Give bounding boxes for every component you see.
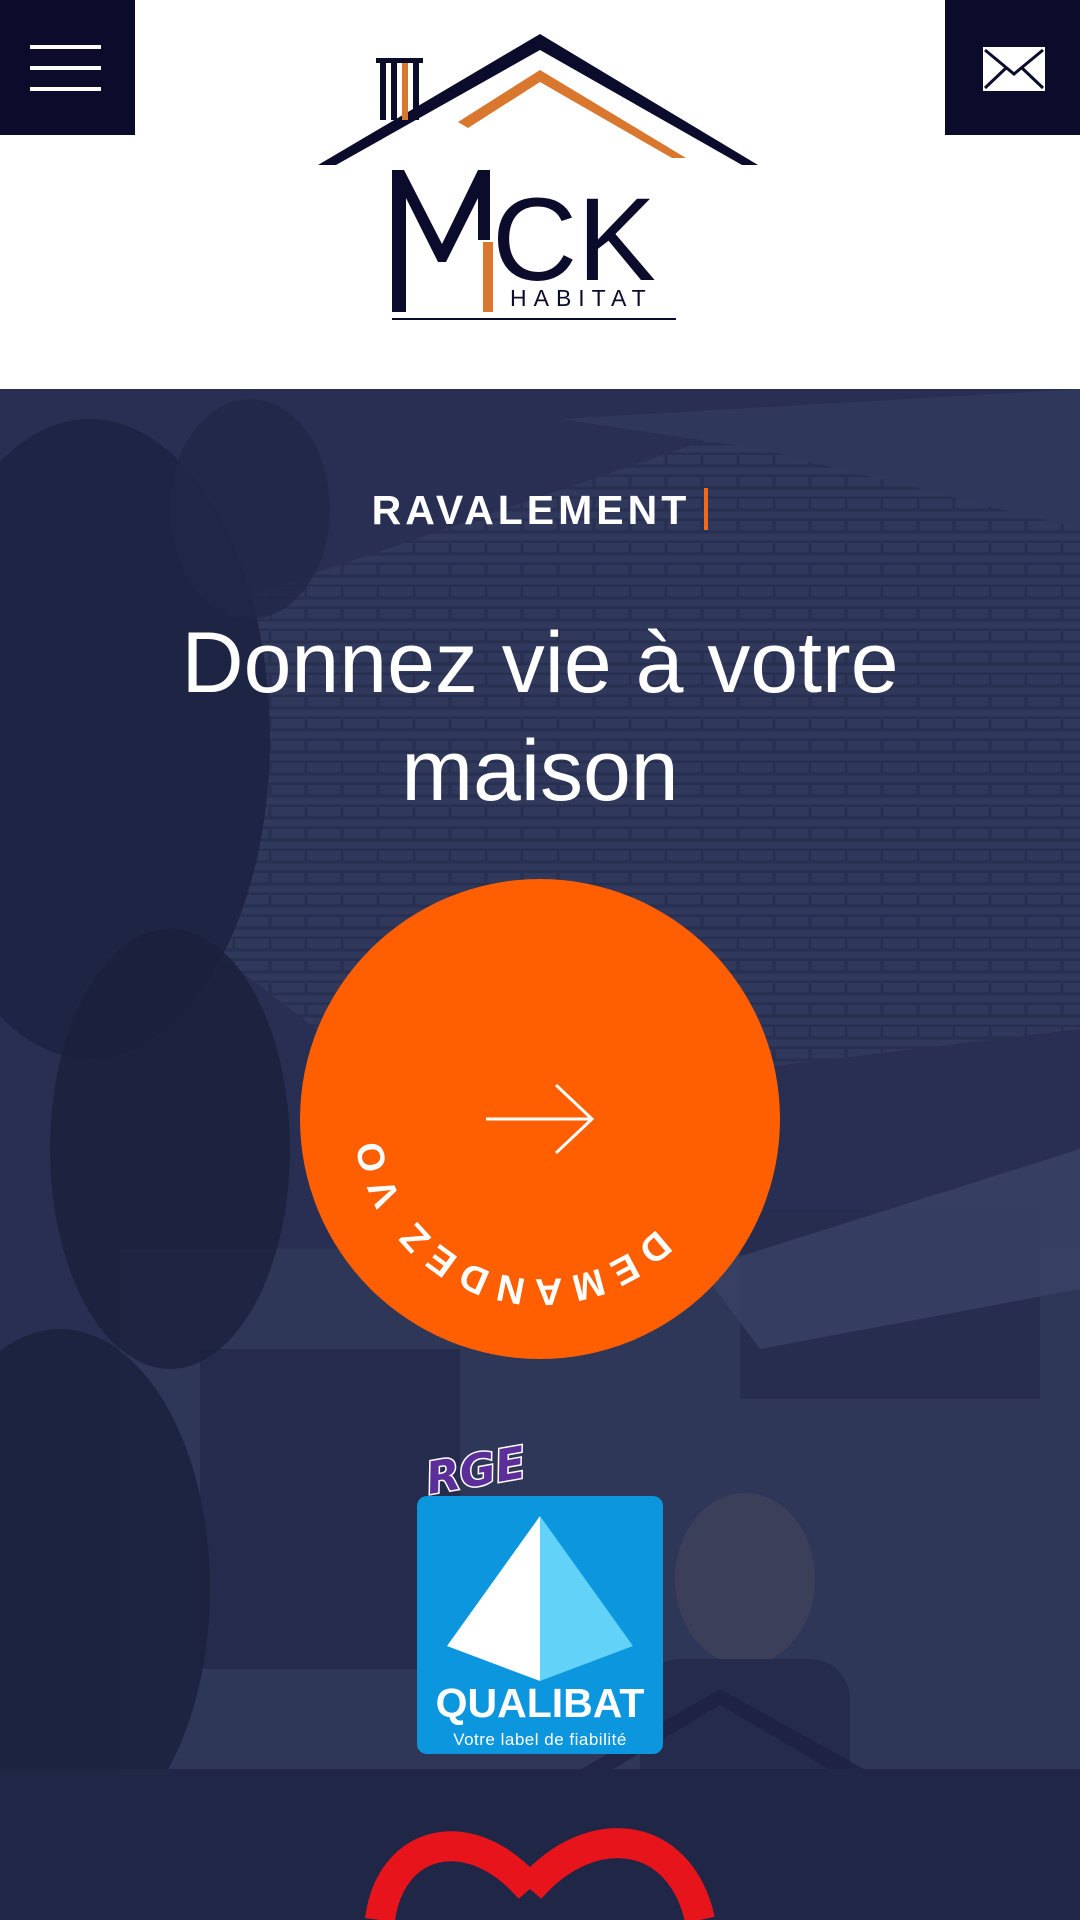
kicker-label: RAVALEMENT <box>371 487 691 533</box>
brand-logo[interactable]: CK HABITAT <box>318 30 762 330</box>
qualibat-brand: QUALIBAT <box>435 1680 645 1726</box>
logo-subtitle: HABITAT <box>510 285 653 311</box>
menu-button[interactable] <box>0 0 135 135</box>
qualibat-tagline: Votre label de fiabilité <box>453 1730 627 1749</box>
contact-mail-button[interactable] <box>945 0 1080 135</box>
typing-caret <box>704 488 709 530</box>
qualibat-rge-badge: RGE QUALIBAT Votre label de fiabilité <box>415 1436 665 1754</box>
pyramid-icon <box>447 1516 633 1681</box>
hero-headline: Donnez vie à votre maison <box>181 615 899 819</box>
envelope-icon <box>983 47 1045 91</box>
request-quote-button[interactable]: DEMANDEZ VOTRE DEVIS <box>300 879 780 1359</box>
red-heart-logo <box>365 1828 715 1920</box>
hero-kicker: RAVALEMENT <box>0 487 1080 534</box>
site-header: CK HABITAT <box>0 0 1080 389</box>
hero-section: RAVALEMENT Donnez vie à votre maison DEM… <box>0 389 1080 1920</box>
